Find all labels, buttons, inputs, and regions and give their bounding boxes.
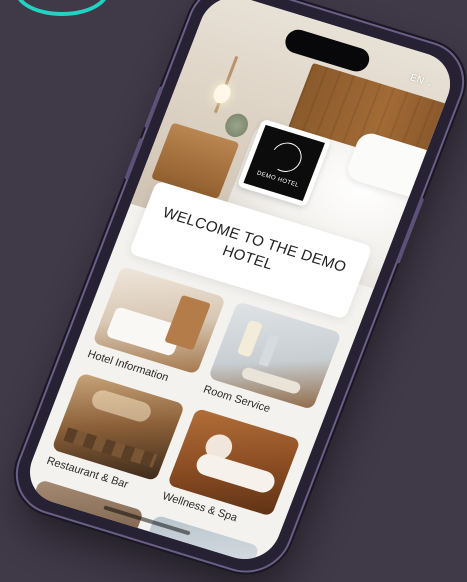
phone-mockup: EN⌄ DEMO HOTEL WELCOME TO THE DEMO HOTEL… — [0, 0, 467, 581]
menu-grid: Hotel Information Room Service Restauran… — [20, 265, 342, 568]
logo-ring-icon — [268, 139, 304, 175]
app-screen: EN⌄ DEMO HOTEL WELCOME TO THE DEMO HOTEL… — [20, 0, 460, 568]
logo-text: DEMO HOTEL — [255, 170, 300, 189]
lamp-icon — [210, 82, 234, 106]
menu-tile-restaurant-bar[interactable]: Restaurant & Bar — [45, 372, 186, 498]
partial-tile-photo — [20, 479, 145, 568]
menu-tile-wellness-spa[interactable]: Wellness & Spa — [161, 407, 301, 533]
menu-tile-partial[interactable] — [20, 479, 145, 568]
menu-tile-hotel-information[interactable]: Hotel Information — [86, 265, 226, 391]
plant-icon — [221, 110, 252, 140]
phone-frame: EN⌄ DEMO HOTEL WELCOME TO THE DEMO HOTEL… — [5, 0, 467, 581]
menu-tile-room-service[interactable]: Room Service — [202, 301, 342, 426]
